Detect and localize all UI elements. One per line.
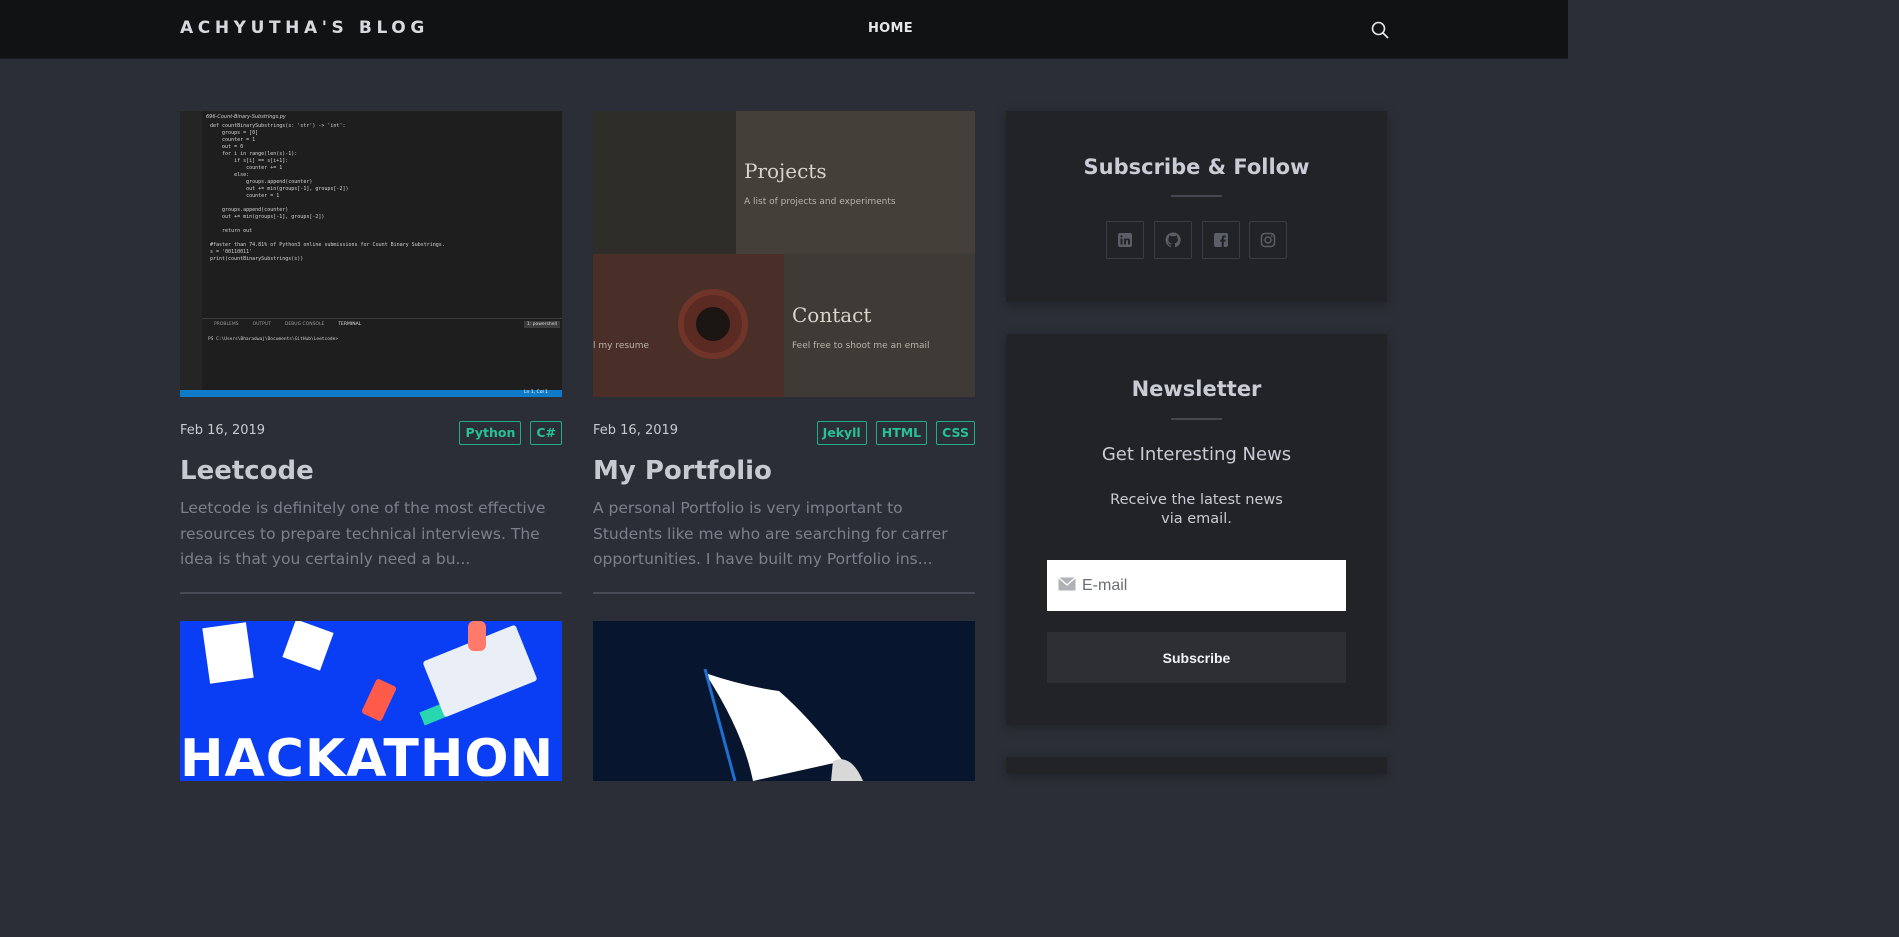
- post-date: Feb 16, 2019: [593, 423, 679, 438]
- terminal-panel: PROBLEMS OUTPUT DEBUG CONSOLE TERMINAL 1…: [202, 318, 562, 390]
- newsletter-title: Newsletter: [1131, 377, 1262, 401]
- mail-icon: [1058, 576, 1076, 595]
- top-navbar: ACHYUTHA'S BLOG HOME: [0, 0, 1568, 59]
- paper-illustration: [202, 622, 254, 684]
- terminal-tab: TERMINAL: [338, 322, 362, 327]
- sidebar-widget: [1006, 757, 1387, 774]
- projects-title: Projects: [744, 159, 827, 183]
- github-icon[interactable]: [1154, 221, 1192, 259]
- title-divider: [1171, 418, 1222, 420]
- post-title[interactable]: My Portfolio: [593, 456, 772, 486]
- terminal-tab: DEBUG CONSOLE: [284, 322, 325, 327]
- newsletter-subtitle: Get Interesting News: [1101, 444, 1292, 465]
- coffee: [696, 307, 730, 341]
- hand-illustration: [468, 621, 486, 651]
- contact-title: Contact: [792, 303, 872, 327]
- terminal-line: PS C:\Users\Bharadwaj\Documents\GitHub\L…: [208, 337, 339, 342]
- email-field[interactable]: [1047, 560, 1346, 611]
- editor-tab: 696-Count-Binary-Substrings.py: [206, 114, 286, 120]
- tag-csharp[interactable]: C#: [530, 421, 562, 445]
- contact-subtitle: Feel free to shoot me an email: [792, 341, 930, 351]
- terminal-shell: 1: powershell: [523, 321, 560, 328]
- photo-tile: [593, 111, 736, 254]
- post-card-portfolio[interactable]: Projects A list of projects and experime…: [593, 111, 975, 611]
- post-tags: Python C#: [459, 421, 562, 445]
- post-thumbnail[interactable]: [593, 621, 975, 781]
- post-card-leetcode[interactable]: 696-Count-Binary-Substrings.py def count…: [180, 111, 562, 611]
- search-icon[interactable]: [1370, 20, 1390, 40]
- linkedin-icon[interactable]: [1106, 221, 1144, 259]
- editor-status-bar: Ln 1, Col 1: [180, 390, 562, 397]
- facebook-icon[interactable]: [1202, 221, 1240, 259]
- newsletter-description: Receive the latest news via email.: [1110, 492, 1283, 527]
- post-excerpt: A personal Portfolio is very important t…: [593, 499, 948, 568]
- hackathon-word: HACKATHON: [180, 729, 555, 781]
- status-position: Ln 1, Col 1: [524, 390, 548, 395]
- resume-subtitle: l my resume: [593, 341, 650, 351]
- post-thumbnail[interactable]: HACKATHON: [180, 621, 562, 781]
- site-brand[interactable]: ACHYUTHA'S BLOG: [180, 18, 429, 38]
- tag-jekyll[interactable]: Jekyll: [816, 421, 867, 445]
- title-divider: [1171, 195, 1222, 197]
- follow-widget: Subscribe & Follow: [1006, 111, 1387, 302]
- code-text: def countBinarySubstrings(s: 'str') -> '…: [210, 123, 445, 262]
- post-excerpt: Leetcode is definitely one of the most e…: [180, 499, 546, 568]
- instagram-icon[interactable]: [1249, 221, 1287, 259]
- post-divider: [180, 592, 562, 594]
- tag-css[interactable]: CSS: [936, 421, 975, 445]
- nav-link-home[interactable]: HOME: [868, 21, 913, 36]
- subscribe-button[interactable]: Subscribe: [1047, 632, 1346, 683]
- email-input[interactable]: [1082, 576, 1332, 595]
- post-title[interactable]: Leetcode: [180, 456, 314, 486]
- follow-title: Subscribe & Follow: [1083, 155, 1310, 179]
- post-tags: Jekyll HTML CSS: [816, 421, 975, 445]
- terminal-tab: OUTPUT: [252, 322, 271, 327]
- projects-subtitle: A list of projects and experiments: [744, 197, 896, 207]
- post-thumbnail[interactable]: Projects A list of projects and experime…: [593, 111, 975, 397]
- terminal-tab: PROBLEMS: [214, 322, 239, 327]
- post-thumbnail[interactable]: 696-Count-Binary-Substrings.py def count…: [180, 111, 562, 397]
- post-card-hackathon[interactable]: HACKATHON: [180, 621, 562, 781]
- editor-sidebar: [180, 111, 202, 397]
- tag-python[interactable]: Python: [459, 421, 522, 445]
- post-card-sailboat[interactable]: [593, 621, 975, 781]
- post-divider: [593, 592, 975, 594]
- sailboat-image: [593, 621, 975, 781]
- tag-html[interactable]: HTML: [875, 421, 928, 445]
- post-date: Feb 16, 2019: [180, 423, 266, 438]
- newsletter-widget: Newsletter Get Interesting News Receive …: [1006, 334, 1387, 725]
